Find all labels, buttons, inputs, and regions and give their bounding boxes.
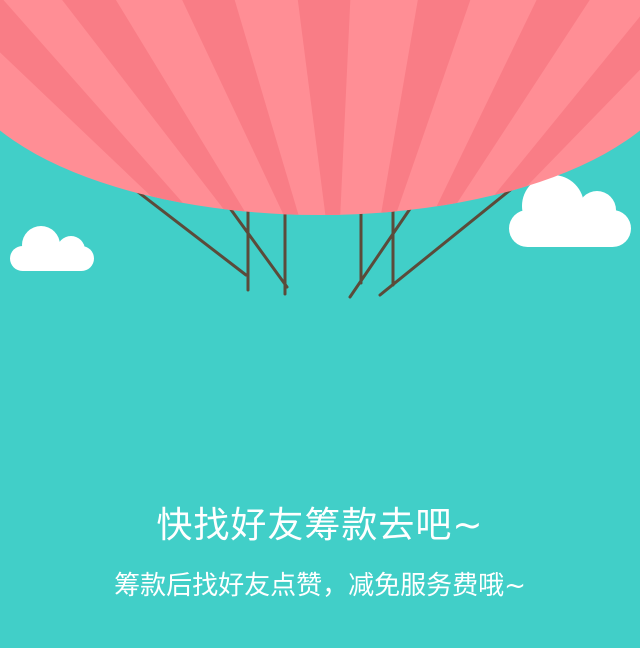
promo-subtitle: 筹款后找好友点赞，减免服务费哦~: [114, 571, 526, 601]
promo-title: 快找好友筹款去吧~: [156, 505, 484, 546]
share-promo-page: 快找好友筹款去吧~ 筹款后找好友点赞，减免服务费哦~: [0, 0, 640, 648]
hot-air-balloon-illustration: [0, 0, 640, 299]
cloud-icon: [10, 226, 94, 271]
